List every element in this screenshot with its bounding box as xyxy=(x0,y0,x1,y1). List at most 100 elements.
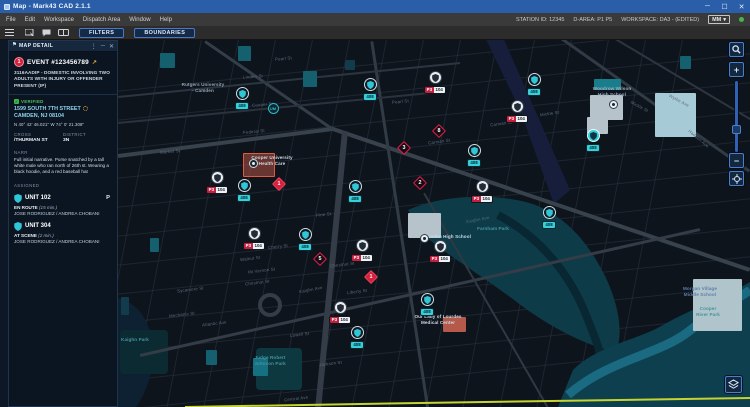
unit-marker-white[interactable]: P3104 xyxy=(504,100,530,123)
close-button[interactable]: ✕ xyxy=(733,0,750,13)
menu-help[interactable]: Help xyxy=(160,17,172,23)
unit-members: JOSE RODRIGUEZ / ANDREA CHOBANI xyxy=(14,239,112,244)
event-address: 1599 SOUTH 7TH STREET CAMDEN, NJ 08104 xyxy=(14,106,112,120)
maximize-button[interactable]: ☐ xyxy=(716,0,733,13)
event-title: EVENT #123456789 xyxy=(27,59,89,66)
unit-name: UNIT 102 xyxy=(25,195,51,201)
district-value: 3N xyxy=(63,138,112,143)
unit-marker-white[interactable]: P3104 xyxy=(241,227,267,250)
panel-minimize-icon[interactable]: ─ xyxy=(101,43,105,50)
search-icon xyxy=(732,45,741,54)
station-id: STATION ID: 12345 xyxy=(516,17,564,23)
open-event-icon[interactable]: ↗ xyxy=(92,59,97,66)
gear-icon[interactable] xyxy=(83,106,88,111)
unit-marker-white[interactable]: P3104 xyxy=(427,240,453,263)
unit-marker-teal[interactable]: 408 xyxy=(357,78,383,101)
poi-label: Our Lady of LourdesMedical Center xyxy=(414,314,461,325)
verified-icon: ✓ xyxy=(14,99,19,104)
dispatch-area-status: D-AREA: P1 P5 xyxy=(573,17,612,23)
chat-icon[interactable] xyxy=(41,28,52,37)
menu-file[interactable]: File xyxy=(6,17,16,23)
event-marker-3[interactable]: 3 xyxy=(398,142,410,154)
event-marker-2[interactable]: 2 xyxy=(414,177,426,189)
window-title: Map - Mark43 CAD 2.1.1 xyxy=(13,3,91,10)
app-window: Map - Mark43 CAD 2.1.1 ─ ☐ ✕ File Edit W… xyxy=(0,0,750,407)
unit-marker-teal[interactable]: 408 xyxy=(231,179,257,202)
unit-marker-white[interactable]: P3104 xyxy=(469,180,495,203)
building xyxy=(303,71,317,87)
building xyxy=(206,350,217,365)
panel-close-icon[interactable]: ✕ xyxy=(109,43,114,50)
workspace-status: WORKSPACE: DA3 - (EDITED) xyxy=(621,17,699,23)
menu-window[interactable]: Window xyxy=(129,17,150,23)
poi-label: Cooper UniversityHealth Care xyxy=(251,155,292,166)
unit-marker-teal[interactable]: 408 xyxy=(292,228,318,251)
unit-marker-teal[interactable]: 408 xyxy=(414,293,440,316)
flag-icon: ⚑ xyxy=(12,43,17,49)
user-menu[interactable]: MM▾ xyxy=(708,15,730,24)
unit-marker-teal[interactable]: 408 xyxy=(342,180,368,203)
zoom-slider-handle[interactable] xyxy=(732,125,741,134)
hamburger-menu-icon[interactable] xyxy=(5,29,14,37)
unit-flag: P xyxy=(106,195,112,201)
menu-edit[interactable]: Edit xyxy=(25,17,35,23)
filters-button[interactable]: FILTERS xyxy=(79,28,124,38)
unit-marker-white[interactable]: P3104 xyxy=(204,171,230,194)
unit-marker-teal[interactable]: 408 xyxy=(229,87,255,110)
unit-marker-white[interactable]: P3104 xyxy=(422,71,448,94)
zoom-out-button[interactable]: − xyxy=(729,153,744,168)
building xyxy=(121,297,129,315)
unit-shield-icon xyxy=(14,194,22,203)
unit-marker-white[interactable]: P3104 xyxy=(327,301,353,324)
map-select-icon[interactable] xyxy=(24,28,35,37)
event-marker-1[interactable]: 1 xyxy=(365,271,377,283)
unit-members: JOSE RODRIGUEZ / ANDREA CHOBANI xyxy=(14,211,112,216)
unit-marker-teal[interactable]: 408 xyxy=(461,144,487,167)
assigned-unit-row[interactable]: UNIT 102 P EN ROUTE (15 min.) JOSE RODRI… xyxy=(14,194,112,216)
kebab-menu-icon[interactable]: ⋮ xyxy=(91,43,97,50)
panel-title: MAP DETAIL xyxy=(19,43,53,49)
narrative-label: NARR xyxy=(14,150,112,155)
unit-marker-white[interactable]: P3104 xyxy=(349,239,375,262)
building xyxy=(160,53,175,68)
menu-dispatch-area[interactable]: Dispatch Area xyxy=(83,17,120,23)
unit-marker-teal[interactable]: 408 xyxy=(536,206,562,229)
unit-marker-teal[interactable]: 408 xyxy=(344,326,370,349)
title-bar: Map - Mark43 CAD 2.1.1 ─ ☐ ✕ xyxy=(0,0,750,13)
minimize-button[interactable]: ─ xyxy=(699,0,716,13)
poi-label: Camden High School xyxy=(423,234,471,240)
unit-marker-teal[interactable]: 408 xyxy=(580,129,606,152)
event-coordinates: N 40° 42' 46.021" W 74° 0' 21.308" xyxy=(14,122,112,127)
building xyxy=(680,56,691,69)
building xyxy=(345,60,355,70)
zoom-slider[interactable] xyxy=(735,81,738,152)
unit-name: UNIT 304 xyxy=(25,223,51,229)
layers-button[interactable] xyxy=(725,376,742,393)
window-controls: ─ ☐ ✕ xyxy=(699,0,750,13)
zoom-in-button[interactable]: + xyxy=(729,62,744,77)
unit-status: AT SCENE xyxy=(14,233,37,238)
boundaries-button[interactable]: BOUNDARIES xyxy=(134,28,195,38)
map-canvas[interactable]: + − Pearl StPearl StLinden StCooper StFe… xyxy=(118,40,750,407)
assigned-unit-row[interactable]: UNIT 304 AT SCENE (2 min.) JOSE RODRIGUE… xyxy=(14,222,112,244)
event-description: 3116AADIP - DOMESTIC INVOLVING TWO ADULT… xyxy=(14,70,112,89)
poi-pin xyxy=(249,159,258,168)
building xyxy=(238,46,251,61)
status-group: STATION ID: 12345 D-AREA: P1 P5 WORKSPAC… xyxy=(516,15,744,24)
map-search-button[interactable] xyxy=(729,42,744,57)
app-icon xyxy=(4,4,10,10)
crosshair-icon xyxy=(732,174,742,184)
poi-label: Morgan VillageMiddle School xyxy=(683,286,717,297)
screens-icon[interactable] xyxy=(58,28,69,37)
event-marker-8[interactable]: 8 xyxy=(433,125,445,137)
locate-button[interactable] xyxy=(729,171,744,186)
map-detail-panel: ⚑ MAP DETAIL ⋮ ─ ✕ 1 EVENT #123456789 ↗ … xyxy=(8,40,118,407)
menu-bar: File Edit Workspace Dispatch Area Window… xyxy=(0,13,750,26)
building xyxy=(150,238,159,252)
poi-label: Rutgers University- Camden xyxy=(182,82,225,93)
unit-marker-teal[interactable]: 408 xyxy=(521,73,547,96)
menu-workspace[interactable]: Workspace xyxy=(44,17,74,23)
event-marker-5[interactable]: 5 xyxy=(314,253,326,265)
event-marker-1[interactable]: 1 xyxy=(273,178,285,190)
poi-label: Kaighn Park xyxy=(121,337,149,343)
